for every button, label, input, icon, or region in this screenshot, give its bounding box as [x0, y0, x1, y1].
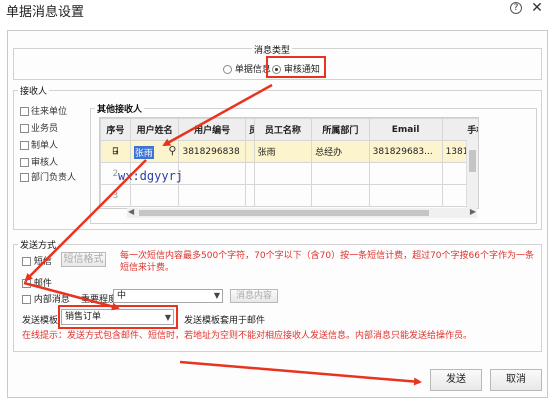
arrow	[24, 159, 147, 282]
arrow	[23, 281, 120, 311]
arrow	[179, 360, 422, 386]
annotation-arrows	[23, 83, 422, 386]
arrow	[162, 83, 273, 147]
